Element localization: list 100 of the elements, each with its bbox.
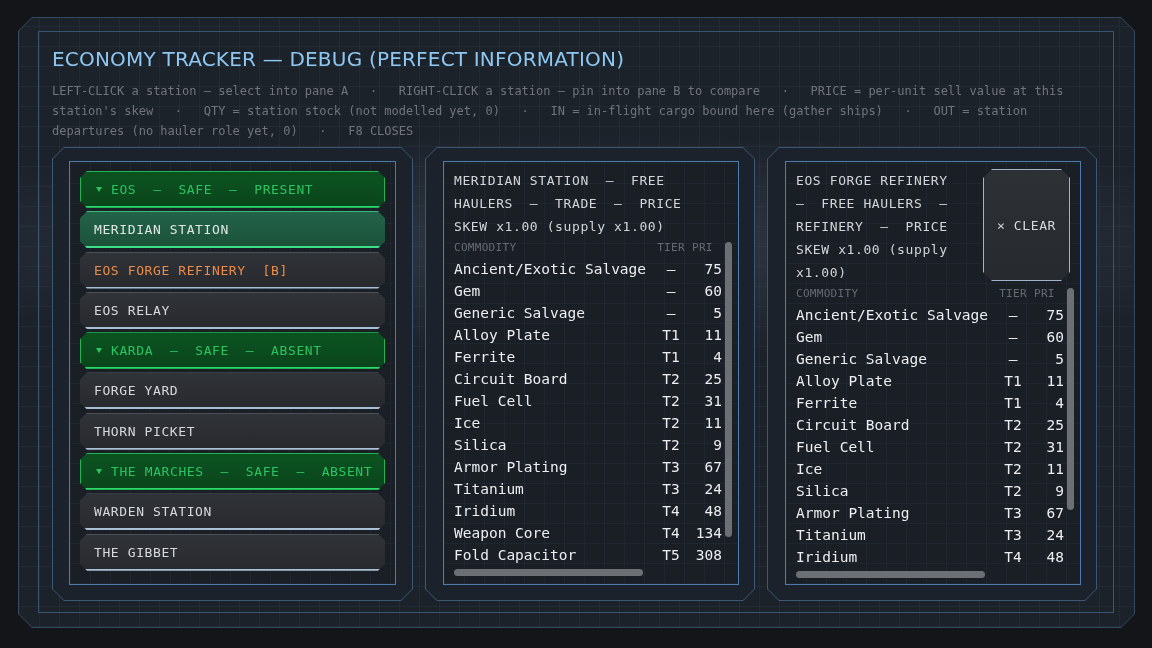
table-cell-text: 25 [1045,416,1064,435]
table-cell-text: Armor Plating [454,458,569,477]
table-cell-text: T1 [661,348,681,367]
table-cell-text: 31 [1045,438,1064,457]
table-cell-text: T5 [661,546,681,565]
station-item[interactable]: WARDEN STATION [80,493,385,531]
table-cell-text: T2 [661,414,681,433]
table-cell-text: Weapon Core [454,524,552,543]
table-cell-text: 60 [703,282,722,301]
scrollbar-thumb[interactable] [725,242,732,538]
table-cell-text: T1 [661,326,681,345]
group-header[interactable]: EOS — SAFE — PRESENT [80,171,385,208]
table-cell-text: T2 [1003,438,1023,457]
table-cell-text: Titanium [454,480,525,499]
table-cell-text: 9 [1054,482,1064,501]
table-cell-text: T2 [661,392,681,411]
table-cell-text: Circuit Board [796,416,911,435]
table-cell-text: 5 [1054,350,1064,369]
table-cell-text: 75 [703,260,722,279]
table-cell-text: 11 [703,326,722,345]
table-cell-text: 48 [703,502,722,521]
table-cell-text: 60 [1045,328,1064,347]
table-cell-text: Generic Salvage [454,304,586,323]
table-cell-text: 48 [1045,548,1064,567]
table-cell-text: 25 [703,370,722,389]
table-cell-text: Armor Plating [796,504,911,523]
table-cell-text: Gem [796,328,824,347]
table-cell-text: T2 [1003,416,1023,435]
table-cell-text: 67 [1045,504,1064,523]
station-item[interactable]: EOS FORGE REFINERY [B] [80,251,385,289]
column-header: PRI [691,240,714,256]
table-cell-text: Alloy Plate [454,326,552,345]
table-cell-text: 134 [694,524,722,543]
table-cell-text: 11 [703,414,722,433]
table-cell-text: Generic Salvage [796,350,928,369]
table-cell-text: 308 [694,546,722,565]
table-cell-text: Silica [454,436,508,455]
column-header: COMMODITY [796,286,860,302]
table-cell-text: Silica [796,482,850,501]
table-cell-text: Iridium [454,502,517,521]
table-cell-text: Circuit Board [454,370,569,389]
column-header: PRI [1033,286,1056,302]
table-cell-text: T1 [1003,372,1023,391]
table-cell-text: 24 [703,480,722,499]
table-cell-text: 75 [1045,306,1064,325]
table-cell-text: Ancient/Exotic Salvage [796,306,990,325]
table-cell-text: Alloy Plate [796,372,894,391]
scrollbar-thumb[interactable] [1067,288,1074,510]
station-item[interactable]: EOS RELAY [80,291,385,329]
column-header: TIER [998,286,1028,302]
table-cell-text: 4 [712,348,722,367]
table-cell-text: — [1007,306,1019,325]
help-text: LEFT-CLICK a station — select into pane A · RIGHT-CLICK a station — pin into pane B to compare · PRICE = per-unit sell value at this station's skew · QTY = station stock (not modelled yet, 0) · IN = in-flight cargo bound here (gather ships) · OUT = station departures (no hauler role yet, 0) · F8 CLOSES [52,83,1065,140]
table-cell-text: Ancient/Exotic Salvage [454,260,648,279]
table-cell-text: 4 [1054,394,1064,413]
table-cell-text: 67 [703,458,722,477]
table-cell-text: T4 [661,502,681,521]
table-cell-text: 31 [703,392,722,411]
table-cell-text: Titanium [796,526,867,545]
table-cell-text: Ice [796,460,824,479]
table-cell-text: T3 [1003,526,1023,545]
table-cell-text: T2 [661,436,681,455]
table-cell-text: T4 [1003,548,1023,567]
station-item[interactable]: THE GIBBET [80,533,385,571]
table-cell-text: Fuel Cell [796,438,876,457]
table-cell-text: T4 [661,524,681,543]
table-cell-text: 9 [712,436,722,455]
table-cell-text: — [665,304,677,323]
table-cell-text: — [1007,328,1019,347]
table-cell-text: T3 [661,458,681,477]
table-cell-text: T3 [661,480,681,499]
table-cell-text: — [1007,350,1019,369]
table-cell-text: Ferrite [454,348,517,367]
group-header[interactable]: THE MARCHES — SAFE — ABSENT [80,453,385,491]
scrollbar-thumb[interactable] [454,569,644,576]
table-cell-text: Fold Capacitor [454,546,578,565]
table-cell-text: T2 [1003,460,1023,479]
table-cell-text: 11 [1045,460,1064,479]
table-cell-text: Ice [454,414,482,433]
table-cell-text: Ferrite [796,394,859,413]
station-item[interactable]: FORGE YARD [80,372,385,410]
pane-title: MERIDIAN STATION — FREE HAULERS — TRADE — PRICE SKEW x1.00 (supply x1.00) [454,172,683,236]
table-cell-text: 5 [712,304,722,323]
table-cell-text: T3 [1003,504,1023,523]
table-cell-text: Gem [454,282,482,301]
table-cell-text: Fuel Cell [454,392,534,411]
clear-button[interactable]: × CLEAR [983,169,1070,281]
group-header[interactable]: KARDA — SAFE — ABSENT [80,332,385,370]
station-item[interactable]: THORN PICKET [80,412,385,450]
table-cell-text: — [665,260,677,279]
table-cell-text: Iridium [796,548,859,567]
table-cell-text: T2 [1003,482,1023,501]
table-cell-text: T2 [661,370,681,389]
table-cell-text: T1 [1003,394,1023,413]
column-header: TIER [656,240,686,256]
station-item[interactable]: MERIDIAN STATION [80,211,385,249]
pane-title: EOS FORGE REFINERY — FREE HAULERS — REFINERY — PRICE SKEW x1.00 (supply x1.00) [796,172,949,282]
column-header: COMMODITY [454,240,518,256]
scrollbar-thumb[interactable] [796,571,986,578]
table-cell-text: 24 [1045,526,1064,545]
